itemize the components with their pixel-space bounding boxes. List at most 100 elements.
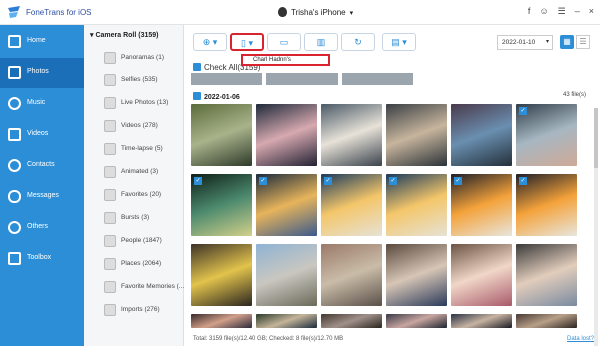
photo-thumbnail[interactable] (321, 314, 382, 328)
sidebar-item-toolbox[interactable]: Toolbox (0, 244, 84, 274)
checkbox-icon (193, 92, 201, 100)
album-item[interactable]: Selfies (535) (90, 71, 184, 91)
sidebar-item-label: Videos (27, 130, 49, 137)
app-title: FoneTrans for iOS (26, 8, 92, 17)
photo-thumbnail[interactable]: ✓ (191, 174, 252, 236)
photo-thumbnail[interactable]: ✓ (516, 174, 577, 236)
album-item[interactable]: Videos (278) (90, 117, 184, 137)
album-item[interactable]: Bursts (3) (90, 209, 184, 229)
date-filter-select[interactable]: 2022-01-10 (497, 35, 553, 50)
check-icon[interactable]: ✓ (259, 177, 267, 185)
album-thumbnail (104, 212, 116, 224)
sidebar-item-contacts[interactable]: Contacts (0, 151, 84, 181)
photo-thumbnail[interactable] (191, 244, 252, 306)
sidebar-item-music[interactable]: Music (0, 89, 84, 119)
facebook-icon[interactable]: f (528, 6, 531, 17)
album-item[interactable]: Live Photos (13) (90, 94, 184, 114)
photo-thumbnail[interactable]: ✓ (516, 104, 577, 166)
videos-icon (8, 128, 21, 141)
album-thumbnail (104, 304, 116, 316)
toolbox-button[interactable]: ▤ ▾ (382, 33, 416, 51)
device-name: Trisha's iPhone (291, 8, 346, 17)
sidebar-item-others[interactable]: Others (0, 213, 84, 243)
scrollbar[interactable] (594, 108, 598, 346)
sidebar-item-photos[interactable]: Photos (0, 58, 84, 88)
check-icon[interactable]: ✓ (519, 177, 527, 185)
photo-thumbnail[interactable] (386, 104, 447, 166)
album-item[interactable]: Places (2064) (90, 255, 184, 275)
sidebar-item-messages[interactable]: Messages (0, 182, 84, 212)
check-icon[interactable]: ✓ (454, 177, 462, 185)
date-group-header[interactable]: 2022-01-06 (193, 92, 593, 101)
monitor-icon: ▭ (279, 37, 289, 47)
check-icon[interactable]: ✓ (519, 107, 527, 115)
check-icon[interactable]: ✓ (389, 177, 397, 185)
photo-thumbnail[interactable] (451, 104, 512, 166)
album-item[interactable]: Time-lapse (5) (90, 140, 184, 160)
album-item[interactable]: Imports (276) (90, 301, 184, 321)
photo-thumbnail[interactable] (256, 314, 317, 328)
photo-thumbnail[interactable] (191, 104, 252, 166)
photo-thumbnail[interactable] (321, 244, 382, 306)
sidebar-item-label: Messages (27, 192, 59, 199)
convert-button[interactable]: ↻ (341, 33, 375, 51)
scrollbar-thumb[interactable] (594, 108, 598, 168)
photo-thumbnail[interactable] (256, 244, 317, 306)
close-icon[interactable]: × (589, 6, 594, 17)
photo-thumbnail[interactable] (191, 314, 252, 328)
album-label: Animated (3) (121, 168, 159, 175)
album-item[interactable]: Animated (3) (90, 163, 184, 183)
trash-icon: ▥ (316, 37, 326, 47)
sidebar-item-home[interactable]: Home (0, 27, 84, 57)
file-count: 43 file(s) (562, 92, 586, 98)
album-header-label: Camera Roll (3159) (95, 32, 159, 39)
minimize-icon[interactable]: – (575, 6, 580, 17)
check-icon[interactable]: ✓ (194, 177, 202, 185)
check-icon[interactable]: ✓ (324, 177, 332, 185)
photo-thumbnail[interactable]: ✓ (256, 174, 317, 236)
sidebar-item-label: Toolbox (27, 254, 52, 261)
date-group-label: 2022-01-06 (204, 94, 240, 101)
data-lost-link[interactable]: Data lost? (567, 336, 594, 342)
grid-view-button[interactable]: ▦ (560, 35, 574, 49)
sidebar-item-label: Photos (27, 68, 49, 75)
sidebar-item-label: Music (27, 99, 46, 106)
album-item[interactable]: People (1847) (90, 232, 184, 252)
photo-thumbnail[interactable]: ✓ (321, 174, 382, 236)
photo-thumbnail[interactable] (386, 244, 447, 306)
list-view-button[interactable]: ☰ (576, 35, 590, 49)
photos-icon (8, 66, 21, 79)
album-header[interactable]: ▾ Camera Roll (3159) (84, 31, 184, 39)
album-item[interactable]: Favorites (20) (90, 186, 184, 206)
photo-thumbnail[interactable]: ✓ (386, 174, 447, 236)
photo-thumbnail[interactable] (386, 314, 447, 328)
menu-icon[interactable]: ☰ (558, 6, 566, 17)
album-label: Favorites (20) (121, 191, 162, 198)
photo-thumbnail[interactable] (321, 104, 382, 166)
photo-thumbnail[interactable]: ✓ (451, 174, 512, 236)
device-selector[interactable]: Trisha's iPhone ▾ (278, 7, 353, 17)
delete-button[interactable]: ▥ (304, 33, 338, 51)
add-icon: ⊕ (202, 37, 211, 47)
photo-thumbnail[interactable] (451, 244, 512, 306)
home-icon (8, 35, 21, 48)
export-to-pc-button[interactable]: ▭ (267, 33, 301, 51)
add-button[interactable]: ⊕ ▾ (193, 33, 227, 51)
album-label: Bursts (3) (121, 214, 150, 221)
app-logo-icon (8, 6, 20, 18)
photo-thumbnail[interactable] (256, 104, 317, 166)
sidebar-item-videos[interactable]: Videos (0, 120, 84, 150)
device-tooltip[interactable]: Charl Hadnn's (241, 54, 330, 66)
album-thumbnail (104, 258, 116, 270)
photo-thumbnail[interactable] (516, 244, 577, 306)
photo-thumbnail[interactable] (451, 314, 512, 328)
album-thumbnail (104, 166, 116, 178)
chevron-down-icon: ▾ (212, 37, 218, 47)
export-to-device-button[interactable]: ▯ ▾ (230, 33, 264, 51)
sidebar-item-label: Home (27, 37, 46, 44)
album-item[interactable]: Favorite Memories (... (90, 278, 184, 298)
album-item[interactable]: Panoramas (1) (90, 49, 184, 69)
feedback-icon[interactable]: ☺ (539, 6, 548, 17)
photo-thumbnail[interactable] (516, 314, 577, 328)
album-list: ▾ Camera Roll (3159) Panoramas (1) Selfi… (84, 25, 184, 346)
